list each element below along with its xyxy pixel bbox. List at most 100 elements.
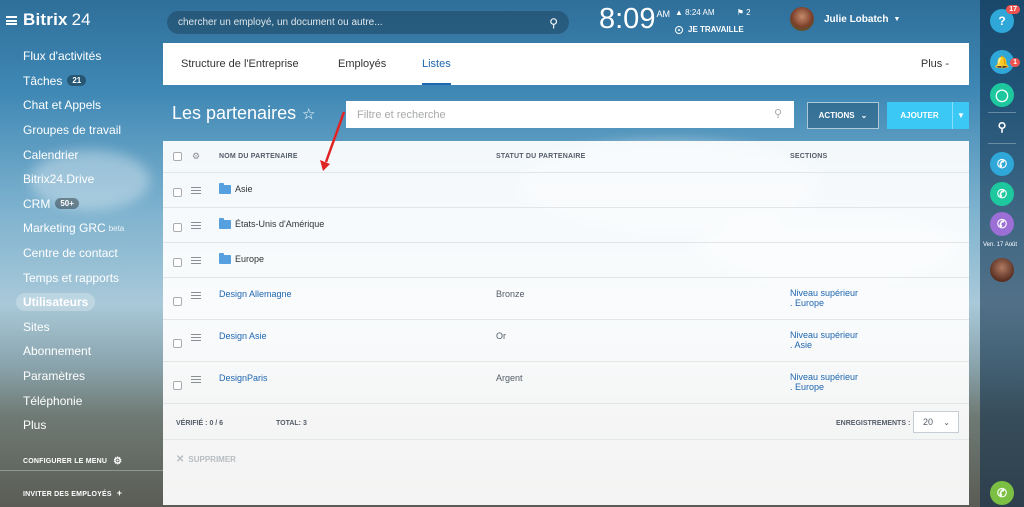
checkbox-box [173,380,182,390]
records-per-page-select[interactable]: 20 ⌄ [913,411,959,433]
search-button[interactable]: ⚲ [990,115,1014,139]
row-menu-icon[interactable] [191,334,201,341]
menu-item-marketing[interactable]: Marketing GRC beta [0,216,163,241]
open-lines-button[interactable]: ◯ [990,83,1014,107]
work-day-widget[interactable]: ▲ 8:24 AM ⚑ 2 JE TRAVAILLE [675,8,771,34]
table-row[interactable]: Design Allemagne Bronze Niveau supérieur… [163,278,969,320]
menu-burger-icon[interactable] [6,15,17,25]
row-checkbox[interactable] [173,219,182,237]
close-icon: ✕ [176,454,185,465]
table-row[interactable]: DesignParis Argent Niveau supérieur. Eur… [163,362,969,404]
notifications-button[interactable]: 🔔 1 [990,50,1020,74]
menu-item-label: Plus [23,418,47,433]
avatar[interactable] [790,7,814,31]
checkbox-box [173,338,182,348]
star-icon[interactable]: ☆ [302,105,315,123]
menu-item-groupes[interactable]: Groupes de travail [0,118,163,143]
table-row[interactable]: Asie [163,173,969,208]
menu-item-abonnement[interactable]: Abonnement [0,339,163,364]
call-button-1[interactable]: ✆ [990,152,1014,176]
row-menu-icon[interactable] [191,376,201,383]
menu-item-utilisateurs[interactable]: Utilisateurs [0,290,163,315]
menu-item-parametres[interactable]: Paramètres [0,364,163,389]
menu-item-crm[interactable]: CRM 50+ [0,192,163,217]
grid-header: ⚙ NOM DU PARTENAIRE STATUT DU PARTENAIRE… [163,141,969,173]
user-menu[interactable]: Julie Lobatch ▼ [790,7,900,31]
gear-icon[interactable]: ⚙ [192,151,200,162]
tab-structure[interactable]: Structure de l'Entreprise [181,43,299,85]
partner-status: Argent [496,373,523,383]
partner-sections[interactable]: Niveau supérieur. Asie [790,330,858,350]
menu-item-label: Utilisateurs [16,293,96,312]
clock-time: 8:09 [599,3,656,35]
menu-item-label: CRM [23,196,51,211]
checkbox-box [173,223,182,232]
menu-item-calendrier[interactable]: Calendrier [0,142,163,167]
configure-menu-button[interactable]: CONFIGURER LE MENU ⚙ [23,456,122,467]
tabs-more-button[interactable]: Plus - [921,58,949,70]
delete-button[interactable]: ✕ SUPPRIMER [176,454,236,465]
grid-footer: VÉRIFIÉ : 0 / 6 TOTAL: 3 ENREGISTREMENTS… [163,408,969,440]
menu-item-plus[interactable]: Plus [0,413,163,438]
tab-listes[interactable]: Listes [422,43,451,85]
row-checkbox[interactable] [173,184,182,202]
row-menu-icon[interactable] [191,292,201,299]
search-icon[interactable]: ⚲ [549,16,558,30]
table-row[interactable]: Europe [163,243,969,278]
logo[interactable]: Bitrix 24 [6,10,91,30]
row-menu-icon[interactable] [191,187,201,194]
filter-search-input[interactable]: Filtre et recherche ⚲ [346,101,794,128]
actions-button[interactable]: ACTIONS ⌄ [807,102,879,129]
menu-item-label: Téléphonie [23,393,83,408]
section-parent: Niveau supérieur [790,330,859,340]
add-dropdown-toggle[interactable]: ▼ [952,102,969,129]
row-checkbox[interactable] [173,254,182,272]
add-button[interactable]: AJOUTER ▼ [887,102,969,129]
folder-link[interactable]: États-Unis d'Amérique [219,218,324,230]
column-header-sections[interactable]: SECTIONS [790,153,827,160]
contact-avatar[interactable] [990,258,1014,282]
menu-item-taches[interactable]: Tâches 21 [0,69,163,94]
menu-item-chat[interactable]: Chat et Appels [0,93,163,118]
filter-placeholder: Filtre et recherche [357,108,446,121]
invite-employees-button[interactable]: INVITER DES EMPLOYÉS + [23,488,122,498]
folder-link[interactable]: Europe [219,253,264,265]
menu-item-flux[interactable]: Flux d'activités [0,44,163,69]
column-header-name[interactable]: NOM DU PARTENAIRE [219,153,298,160]
call-button-2[interactable]: ✆ [990,182,1014,206]
chevron-down-icon: ⌄ [860,111,868,120]
folder-link[interactable]: Asie [219,183,253,195]
total-count: TOTAL: 3 [276,420,307,427]
menu-item-drive[interactable]: Bitrix24.Drive [0,167,163,192]
clock-ampm: AM [656,9,670,19]
partner-sections[interactable]: Niveau supérieur. Europe [790,372,858,392]
tab-employes[interactable]: Employés [338,43,386,85]
gear-icon: ⚙ [113,456,123,467]
table-row[interactable]: Design Asie Or Niveau supérieur. Asie [163,320,969,362]
page-title: Les partenaires [172,103,297,123]
records-label: ENREGISTREMENTS : [836,420,911,427]
menu-item-temps[interactable]: Temps et rapports [0,265,163,290]
partner-name-link[interactable]: DesignParis [219,373,268,383]
call-button-3[interactable]: ✆ [990,212,1014,236]
partner-name-link[interactable]: Design Asie [219,331,267,341]
table-row[interactable]: États-Unis d'Amérique [163,208,969,243]
menu-item-label: Tâches [23,73,63,88]
partner-name-link[interactable]: Design Allemagne [219,289,292,299]
row-checkbox[interactable] [173,377,182,395]
row-menu-icon[interactable] [191,222,201,229]
row-checkbox[interactable] [173,335,182,353]
menu-item-contact[interactable]: Centre de contact [0,241,163,266]
phone-call-button[interactable]: ✆ [990,481,1014,505]
partner-sections[interactable]: Niveau supérieur. Europe [790,288,858,308]
row-menu-icon[interactable] [191,257,201,264]
work-status: JE TRAVAILLE [688,25,744,34]
row-checkbox[interactable] [173,293,182,311]
menu-item-telephonie[interactable]: Téléphonie [0,388,163,413]
phone-icon: ✆ [996,486,1008,500]
menu-item-sites[interactable]: Sites [0,315,163,340]
select-all-checkbox[interactable] [173,148,182,166]
column-header-status[interactable]: STATUT DU PARTENAIRE [496,153,586,160]
help-button[interactable]: ? 17 [990,5,1020,33]
global-search-input[interactable]: chercher un employé, un document ou autr… [167,11,569,34]
